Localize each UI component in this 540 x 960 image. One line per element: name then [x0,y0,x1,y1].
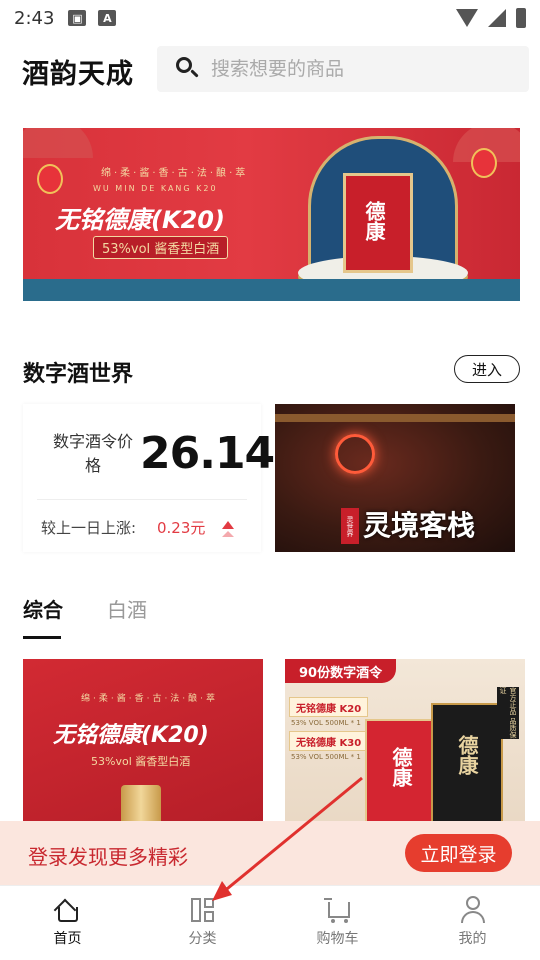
enter-button[interactable]: 进入 [454,355,520,383]
change-value: 0.23元 [157,519,206,537]
lantern-decoration [37,164,63,194]
product-ribbon: 90份数字酒令 [285,659,397,683]
inn-title: 灵境客栈 [363,509,476,542]
banner-product-box: 德康 [343,173,413,273]
product-card[interactable]: 绵·柔·酱·香·古·法·酿·萃 无铭德康(K20) 53%vol 酱香型白酒 [23,659,263,829]
battery-charging-icon [516,8,526,28]
status-time: 2:43 [14,7,55,29]
app-title: 酒韵天成 [22,59,134,90]
tab-all[interactable]: 综合 [23,594,63,639]
inn-scene-image[interactable]: 灵世界 灵境客栈 [275,404,515,552]
change-label: 较上一日上涨: [41,519,137,537]
tabbar-label: 首页 [53,931,82,947]
login-button[interactable]: 立即登录 [405,834,512,872]
home-icon [53,896,82,924]
search-icon [173,54,203,84]
bottom-tab-bar: 首页 分类 购物车 我的 [0,885,540,960]
wifi-icon [456,9,478,27]
inn-seal: 灵世界 [341,508,359,544]
login-prompt-text: 登录发现更多精彩 [28,845,188,869]
status-bar: 2:43 ▣ A [0,0,540,36]
tabbar-label: 购物车 [316,931,359,947]
login-prompt-bar: 登录发现更多精彩 立即登录 [0,821,540,885]
banner-subtitle: 53%vol 酱香型白酒 [93,236,229,259]
tabbar-item-category[interactable]: 分类 [135,886,270,960]
price-value: 26.14 [140,428,275,479]
tabbar-label: 我的 [458,931,487,947]
tabbar-label: 分类 [188,931,217,947]
banner-pinyin: WU MIN DE KANG K20 [93,184,218,193]
fan-decoration [23,128,93,158]
signal-icon [488,9,506,27]
tab-baijiu[interactable]: 白酒 [107,594,147,639]
section-title: 数字酒世界 [23,362,134,387]
search-bar[interactable] [157,46,529,92]
profile-icon [459,896,487,924]
banner-tagline: 绵·柔·酱·香·古·法·酿·萃 [101,168,249,179]
up-arrow-icon [222,531,234,537]
price-label: 数字酒令价格 [53,432,134,475]
product-subtitle: 53%vol 酱香型白酒 [91,755,191,768]
product-box-black: 德康 [431,703,503,829]
category-tabs: 综合 白酒 [23,594,147,639]
product-card[interactable]: 90份数字酒令 无铭德康 K20 53% VOL 500ML * 1 无铭德康 … [285,659,525,829]
product-pill: 无铭德康 K20 [289,697,369,717]
product-spec: 53% VOL 500ML * 1 [291,753,361,761]
lantern-decoration [471,148,497,178]
glow-ring [335,434,375,474]
tabbar-item-profile[interactable]: 我的 [405,886,540,960]
tabbar-item-cart[interactable]: 购物车 [270,886,405,960]
category-icon [189,896,217,924]
product-tagline: 绵·柔·酱·香·古·法·酿·萃 [81,694,219,704]
promo-banner[interactable]: 德康 绵·柔·酱·香·古·法·酿·萃 WU MIN DE KANG K20 无铭… [23,128,520,301]
text-a-icon: A [98,10,117,26]
image-icon: ▣ [68,10,87,26]
search-input[interactable] [211,58,491,80]
banner-floor [23,279,520,301]
banner-title: 无铭德康(K20) [55,206,225,234]
product-spec: 53% VOL 500ML * 1 [291,719,361,727]
tabbar-item-home[interactable]: 首页 [0,886,135,960]
price-card: 数字酒令价格 26.14 较上一日上涨: 0.23元 [23,404,275,552]
up-arrow-icon [222,521,234,529]
product-title: 无铭德康(K20) [53,723,209,748]
divider [37,499,247,500]
cart-icon [323,896,352,924]
product-box-red: 德康 [365,719,435,829]
header: 酒韵天成 [0,46,540,92]
product-pill: 无铭德康 K30 [289,731,369,751]
official-badge: 官方正品 品质保证 [497,687,519,739]
